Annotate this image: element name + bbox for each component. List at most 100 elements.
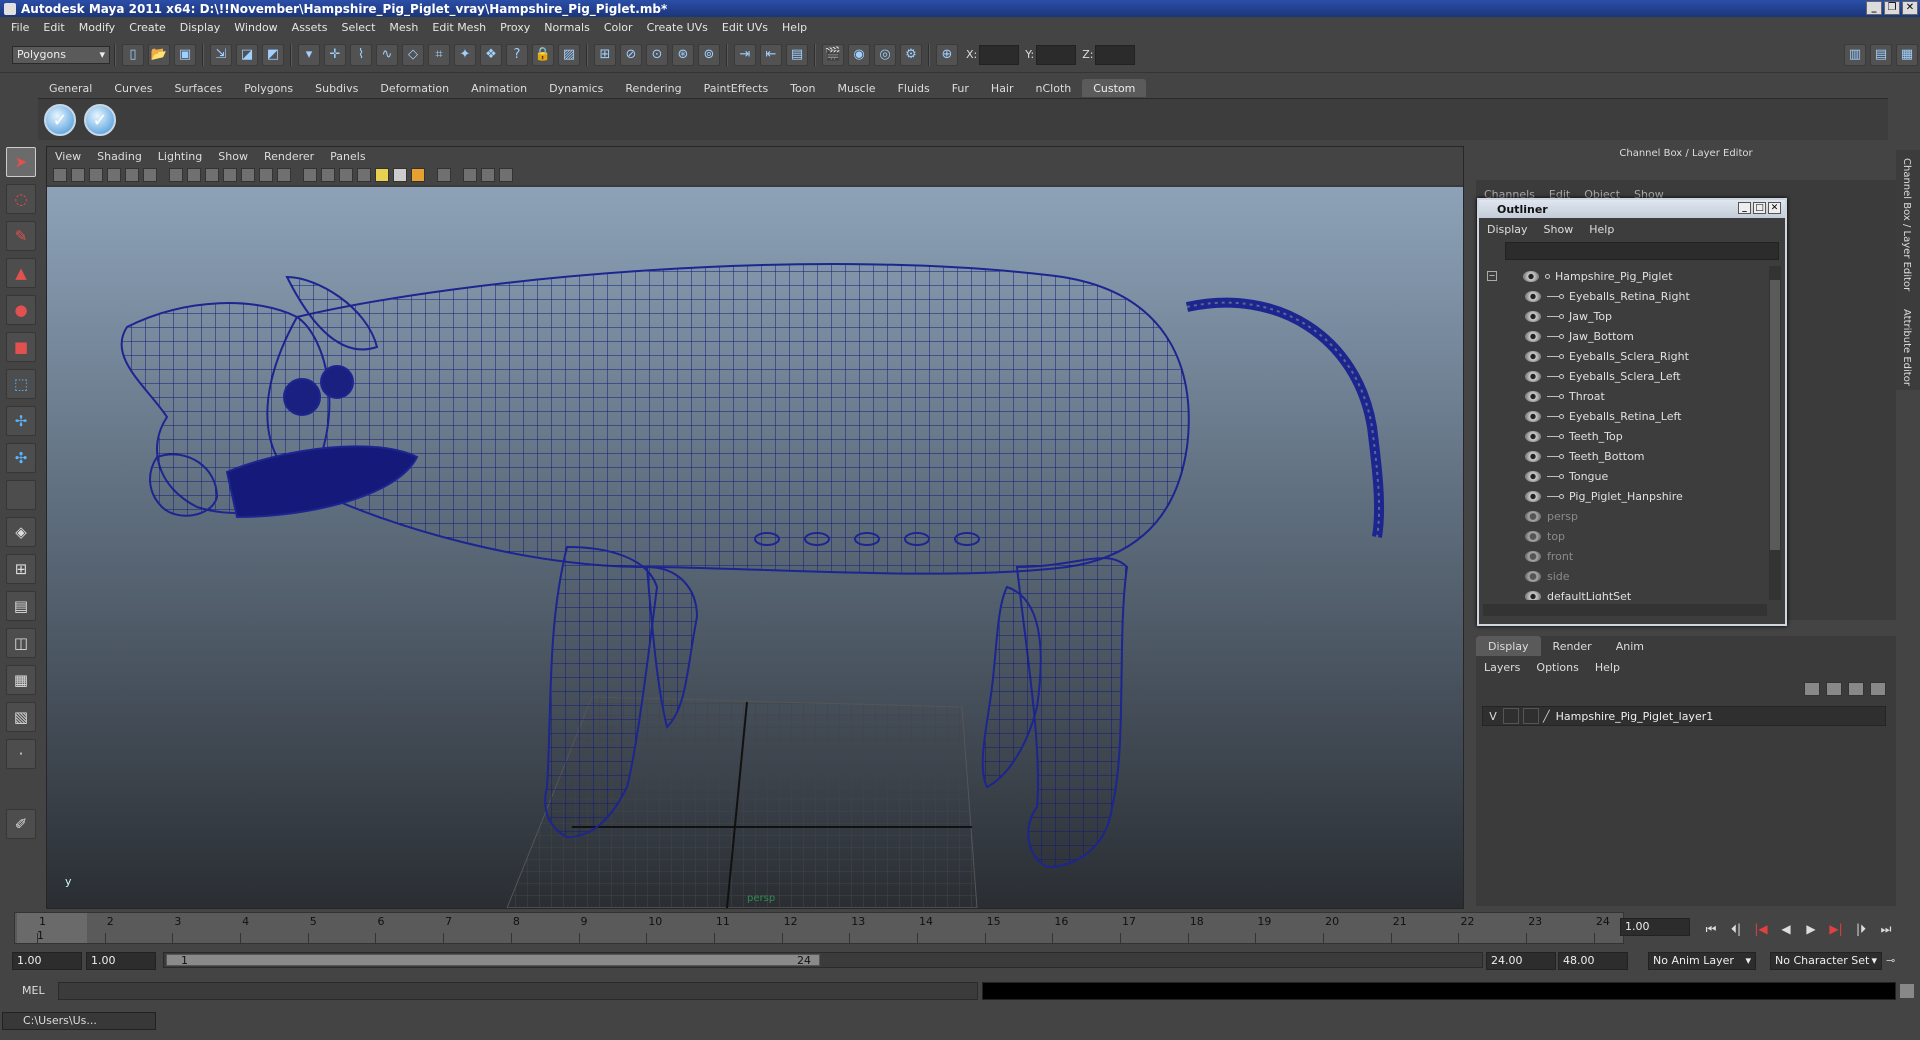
- shelf-tab-painteffects[interactable]: PaintEffects: [693, 79, 780, 97]
- menu-create[interactable]: Create: [122, 21, 173, 34]
- close-button[interactable]: ✕: [1902, 1, 1918, 15]
- playback-start-field[interactable]: 1.00: [86, 952, 156, 970]
- xray-joints-icon[interactable]: [481, 168, 495, 182]
- outliner-item[interactable]: Jaw_Bottom: [1479, 326, 1769, 346]
- layer-tab-display[interactable]: Display: [1476, 636, 1541, 656]
- camera-attributes-icon[interactable]: [71, 168, 85, 182]
- shelf-tab-surfaces[interactable]: Surfaces: [164, 79, 234, 97]
- outliner-camera-item[interactable]: top: [1479, 526, 1769, 546]
- xray-active-icon[interactable]: [499, 168, 513, 182]
- graph-persp-layout-icon[interactable]: ◫: [6, 628, 36, 658]
- menu-set-dropdown[interactable]: Polygons ▾: [12, 45, 110, 64]
- highlight-selection-icon[interactable]: ▨: [558, 43, 580, 66]
- isolate-select-icon[interactable]: [437, 168, 451, 182]
- toggle-channel-box-icon[interactable]: ▦: [1896, 43, 1918, 66]
- layer-row[interactable]: V ╱ Hampshire_Pig_Piglet_layer1: [1482, 706, 1886, 726]
- checkmark-icon[interactable]: ✓: [84, 104, 116, 136]
- resolution-gate-icon[interactable]: [205, 168, 219, 182]
- select-curves-icon[interactable]: ∿: [376, 43, 398, 66]
- shelf-tab-polygons[interactable]: Polygons: [233, 79, 304, 97]
- current-frame-field[interactable]: 1.00: [1620, 918, 1690, 936]
- shelf-tab-deformation[interactable]: Deformation: [369, 79, 460, 97]
- safe-title-icon[interactable]: [277, 168, 291, 182]
- layer-menu-help[interactable]: Help: [1595, 661, 1620, 674]
- shelf-tab-rendering[interactable]: Rendering: [614, 79, 692, 97]
- outliner-camera-item[interactable]: front: [1479, 546, 1769, 566]
- shelf-tab-muscle[interactable]: Muscle: [826, 79, 886, 97]
- select-tool-icon[interactable]: ➤: [6, 147, 36, 177]
- play-backwards-icon[interactable]: ◀: [1778, 921, 1794, 937]
- outliner-close-button[interactable]: ✕: [1768, 202, 1781, 214]
- shelf-tab-animation[interactable]: Animation: [460, 79, 538, 97]
- menu-mesh[interactable]: Mesh: [382, 21, 425, 34]
- start-time-field[interactable]: 1.00: [12, 952, 82, 970]
- outliner-item[interactable]: Eyeballs_Retina_Left: [1479, 406, 1769, 426]
- viewport-menu-lighting[interactable]: Lighting: [158, 150, 202, 163]
- menu-window[interactable]: Window: [227, 21, 284, 34]
- outliner-maximize-button[interactable]: □: [1753, 202, 1766, 214]
- restore-button[interactable]: ❐: [1884, 1, 1900, 15]
- select-object-icon[interactable]: ◪: [236, 43, 258, 66]
- select-surfaces-icon[interactable]: ◇: [402, 43, 424, 66]
- select-component-icon[interactable]: ◩: [262, 43, 284, 66]
- mask-dropdown-icon[interactable]: ▾: [298, 43, 320, 66]
- outliner-menu-help[interactable]: Help: [1589, 223, 1614, 236]
- menu-display[interactable]: Display: [173, 21, 228, 34]
- menu-edit-uvs[interactable]: Edit UVs: [715, 21, 775, 34]
- select-handles-icon[interactable]: ✛: [324, 43, 346, 66]
- menu-assets[interactable]: Assets: [285, 21, 335, 34]
- safe-action-icon[interactable]: [259, 168, 273, 182]
- last-tool-icon[interactable]: [6, 480, 36, 510]
- outliner-titlebar[interactable]: Outliner _ □ ✕: [1479, 200, 1785, 218]
- command-input[interactable]: [58, 982, 978, 1000]
- outliner-menu-show[interactable]: Show: [1544, 223, 1574, 236]
- go-to-end-icon[interactable]: ⏭: [1878, 921, 1894, 937]
- render-current-icon[interactable]: ◉: [848, 43, 870, 66]
- outliner-item[interactable]: Jaw_Top: [1479, 306, 1769, 326]
- select-hierarchy-icon[interactable]: ⇲: [210, 43, 232, 66]
- menu-file[interactable]: File: [4, 21, 36, 34]
- render-view-icon[interactable]: 🎬: [822, 43, 844, 66]
- shelf-tab-dynamics[interactable]: Dynamics: [538, 79, 614, 97]
- move-tool-icon[interactable]: ▲: [6, 258, 36, 288]
- layer-tab-render[interactable]: Render: [1541, 636, 1604, 656]
- minimized-window[interactable]: C:\Users\Us...: [2, 1012, 156, 1030]
- new-scene-icon[interactable]: ▯: [122, 43, 144, 66]
- custom-layout-icon[interactable]: ▧: [6, 702, 36, 732]
- lights-icon[interactable]: [375, 168, 389, 182]
- menu-edit-mesh[interactable]: Edit Mesh: [425, 21, 493, 34]
- anim-layer-dropdown[interactable]: No Anim Layer ▾: [1648, 952, 1756, 970]
- step-back-key-icon[interactable]: ⏴|: [1728, 921, 1744, 937]
- shelf-tab-curves[interactable]: Curves: [103, 79, 163, 97]
- save-scene-icon[interactable]: ▣: [174, 43, 196, 66]
- menu-help[interactable]: Help: [775, 21, 814, 34]
- viewport-menu-renderer[interactable]: Renderer: [264, 150, 314, 163]
- select-camera-icon[interactable]: [53, 168, 67, 182]
- outliner-item[interactable]: Teeth_Top: [1479, 426, 1769, 446]
- select-joints-icon[interactable]: ⌇: [350, 43, 372, 66]
- hypershade-persp-layout-icon[interactable]: ▦: [6, 665, 36, 695]
- outliner-item[interactable]: Eyeballs_Sclera_Left: [1479, 366, 1769, 386]
- minimize-button[interactable]: _: [1866, 1, 1882, 15]
- current-time-marker[interactable]: [17, 913, 87, 943]
- layer-tab-anim[interactable]: Anim: [1604, 636, 1656, 656]
- outliner-item[interactable]: Eyeballs_Sclera_Right: [1479, 346, 1769, 366]
- shelf-tab-custom[interactable]: Custom: [1082, 79, 1147, 97]
- bookmarks-icon[interactable]: [89, 168, 103, 182]
- outliner-item[interactable]: Throat: [1479, 386, 1769, 406]
- play-forwards-icon[interactable]: ▶: [1803, 921, 1819, 937]
- ipr-render-icon[interactable]: ◎: [874, 43, 896, 66]
- side-tab-channel-box[interactable]: Channel Box / Layer Editor: [1901, 158, 1912, 291]
- menu-edit[interactable]: Edit: [36, 21, 71, 34]
- new-layer-icon[interactable]: [1848, 682, 1864, 696]
- layer-color-swatch[interactable]: [1523, 708, 1539, 724]
- script-editor-icon[interactable]: [1900, 984, 1914, 998]
- transform-field-icon[interactable]: ⊕: [936, 43, 958, 66]
- grid-icon[interactable]: [169, 168, 183, 182]
- outliner-item[interactable]: Eyeballs_Retina_Right: [1479, 286, 1769, 306]
- snap-curve-icon[interactable]: ⊘: [620, 43, 642, 66]
- select-deformers-icon[interactable]: ⌗: [428, 43, 450, 66]
- viewport-menu-view[interactable]: View: [55, 150, 81, 163]
- outliner-persp-layout-icon[interactable]: ▤: [6, 591, 36, 621]
- soft-mod-tool-icon[interactable]: ✢: [6, 406, 36, 436]
